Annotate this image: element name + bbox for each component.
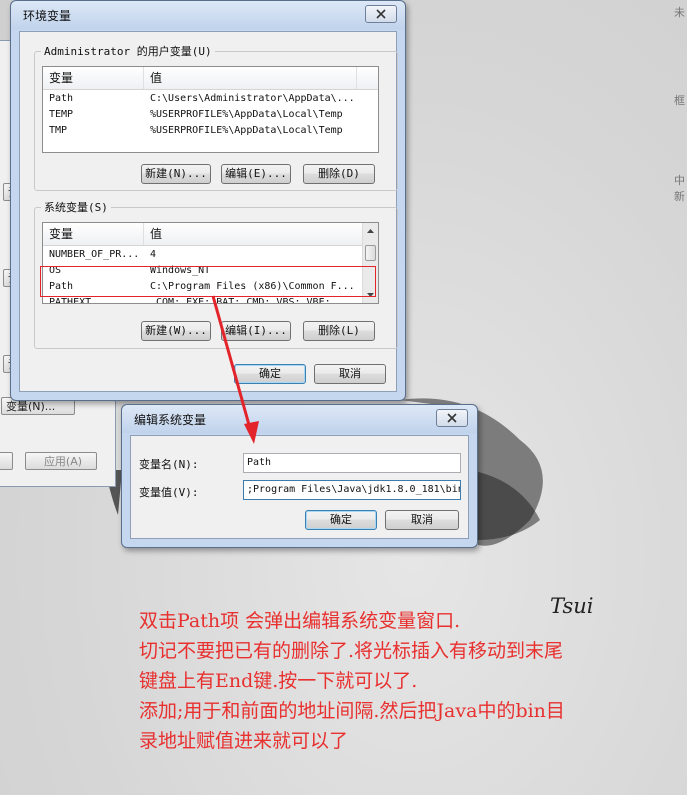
system-edit-button[interactable]: 编辑(I)... xyxy=(221,321,291,341)
system-variables-label: 系统变量(S) xyxy=(41,199,111,215)
user-delete-button[interactable]: 删除(D) xyxy=(303,164,375,184)
list-header: 变量 值 xyxy=(43,67,378,90)
variable-name: NUMBER_OF_PR... xyxy=(49,249,140,260)
variable-value: C:\Users\Administrator\AppData\... xyxy=(150,93,355,104)
close-icon xyxy=(447,413,457,423)
partial-button[interactable] xyxy=(0,452,13,470)
list-header: 变量 值 xyxy=(43,223,364,246)
variable-value: 4 xyxy=(150,249,157,260)
dialog-client-area: 变量名(N): Path 变量值(V): ;Program Files\Java… xyxy=(130,435,469,539)
annotation-line: 键盘上有End键.按一下就可以了. xyxy=(139,670,418,692)
column-header-variable[interactable]: 变量 xyxy=(43,223,144,245)
system-new-button[interactable]: 新建(W)... xyxy=(141,321,211,341)
system-delete-button[interactable]: 删除(L) xyxy=(303,321,375,341)
user-variables-group: Administrator 的用户变量(U) 变量 值 Path C:\User… xyxy=(34,43,398,191)
column-header-variable[interactable]: 变量 xyxy=(43,67,144,89)
column-header-value[interactable]: 值 xyxy=(144,223,364,245)
list-item[interactable]: TMP %USERPROFILE%\AppData\Local\Temp xyxy=(43,123,378,139)
variable-name: TMP xyxy=(49,125,68,136)
variable-name: TEMP xyxy=(49,109,74,120)
edge-fragment: 新 xyxy=(674,190,685,203)
variable-name-input[interactable]: Path xyxy=(243,453,461,473)
annotation-line: 切记不要把已有的删除了.将光标插入有移动到末尾 xyxy=(139,640,564,662)
annotation-line: 双击Path项 会弹出编辑系统变量窗口. xyxy=(139,610,461,632)
user-variables-label: Administrator 的用户变量(U) xyxy=(41,43,215,59)
variable-value: %USERPROFILE%\AppData\Local\Temp xyxy=(150,125,343,136)
environment-variables-dialog: 环境变量 Administrator 的用户变量(U) 变量 值 Path C:… xyxy=(10,0,406,401)
close-icon xyxy=(376,9,386,19)
close-button[interactable] xyxy=(365,5,397,23)
column-header-blank xyxy=(357,67,378,89)
list-item[interactable]: Path C:\Users\Administrator\AppData\... xyxy=(43,91,378,107)
scroll-thumb[interactable] xyxy=(365,245,376,261)
edit-system-variable-dialog: 编辑系统变量 变量名(N): Path 变量值(V): ;Program Fil… xyxy=(121,404,478,548)
variable-name-label: 变量名(N): xyxy=(139,458,199,471)
edge-fragment: 中 xyxy=(674,174,685,187)
author-signature: Tsui xyxy=(550,594,594,618)
column-header-value[interactable]: 值 xyxy=(144,67,357,89)
user-new-button[interactable]: 新建(N)... xyxy=(141,164,211,184)
path-row-highlight xyxy=(40,266,376,297)
chevron-up-icon xyxy=(367,229,374,233)
ok-button[interactable]: 确定 xyxy=(234,364,306,384)
variable-value: %USERPROFILE%\AppData\Local\Temp xyxy=(150,109,343,120)
annotation-line: 添加;用于和前面的地址间隔.然后把Java中的bin目 xyxy=(139,700,565,722)
user-variables-list[interactable]: 变量 值 Path C:\Users\Administrator\AppData… xyxy=(42,66,379,153)
variable-name: Path xyxy=(49,93,74,104)
annotation-line: 录地址赋值进来就可以了 xyxy=(139,730,349,752)
edge-fragment: 未 xyxy=(674,6,685,19)
cancel-button[interactable]: 取消 xyxy=(314,364,386,384)
close-button[interactable] xyxy=(436,409,468,427)
user-edit-button[interactable]: 编辑(E)... xyxy=(221,164,291,184)
instruction-annotation: 双击Path项 会弹出编辑系统变量窗口. 切记不要把已有的删除了.将光标插入有移… xyxy=(139,606,687,756)
cancel-button[interactable]: 取消 xyxy=(385,510,459,530)
variable-value-label: 变量值(V): xyxy=(139,486,199,499)
ok-button[interactable]: 确定 xyxy=(305,510,377,530)
variable-value-input[interactable]: ;Program Files\Java\jdk1.8.0_181\bin xyxy=(243,480,461,500)
apply-button[interactable]: 应用(A) xyxy=(25,452,97,470)
dialog-client-area: Administrator 的用户变量(U) 变量 值 Path C:\User… xyxy=(19,31,398,392)
list-item[interactable]: TEMP %USERPROFILE%\AppData\Local\Temp xyxy=(43,107,378,123)
scroll-up-button[interactable] xyxy=(363,224,378,238)
dialog-title: 编辑系统变量 xyxy=(134,413,207,427)
dialog-title: 环境变量 xyxy=(23,9,72,23)
edge-fragment: 框 xyxy=(674,94,685,107)
list-item[interactable]: NUMBER_OF_PR... 4 xyxy=(43,247,362,263)
